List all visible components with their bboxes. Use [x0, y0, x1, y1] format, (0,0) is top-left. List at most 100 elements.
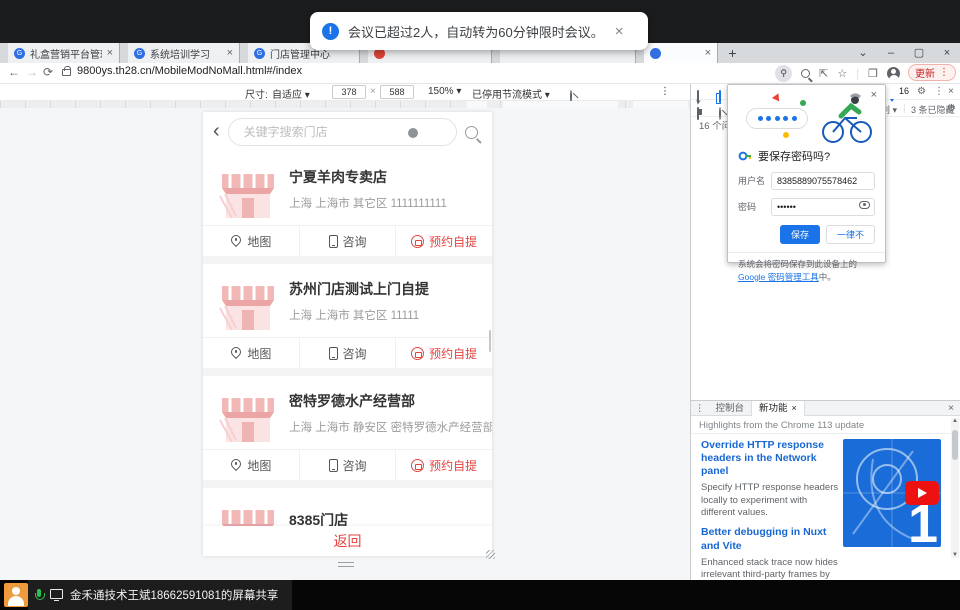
card-gap [203, 480, 492, 488]
store-address: 上海 上海市 其它区 1111111111 [289, 195, 447, 211]
viewport-drag-handle[interactable] [338, 562, 354, 567]
map-button[interactable]: 地图 [203, 338, 300, 368]
tab-whats-new[interactable]: 新功能× [751, 401, 805, 416]
password-key-icon[interactable]: ⚲ [775, 65, 792, 82]
viewport-width-input[interactable] [332, 85, 366, 99]
decor-green-dot [800, 100, 806, 106]
card-gap [203, 368, 492, 376]
console-settings-gear-icon[interactable]: ⚙ [947, 103, 956, 114]
screen-share-icon [50, 589, 63, 599]
toast-close-icon[interactable]: × [615, 23, 624, 40]
save-password-dialog: × 要保存密码吗? 用户名 [727, 84, 886, 263]
store-search-input[interactable] [244, 125, 414, 139]
devtools-drawer: ⋮ 控制台 新功能× × Highlights from the Chrome … [691, 400, 960, 558]
store-actions: 地图 咨询 预约自提 [203, 337, 492, 368]
drawer-close-icon[interactable]: × [948, 403, 954, 414]
meeting-toast: ! 会议已超过2人，自动转为60分钟限时会议。 × [310, 12, 648, 50]
window-close-icon[interactable]: × [934, 43, 960, 63]
throttle-select[interactable]: 已停用节流模式 ▾ [472, 86, 550, 101]
scroll-thumb[interactable] [952, 430, 958, 460]
device-bar-kebab-icon[interactable]: ⋮ [660, 86, 670, 97]
scroll-down-icon[interactable]: ▼ [951, 552, 959, 558]
card-gap [203, 256, 492, 264]
dialog-title: 要保存密码吗? [758, 148, 830, 164]
window-maximize-icon[interactable]: ▢ [906, 43, 932, 63]
window-minimize-icon[interactable]: – [878, 43, 904, 63]
tab-favicon: G [254, 48, 265, 59]
tab-close-icon[interactable]: × [107, 48, 113, 59]
zoom-select[interactable]: 150% ▾ [428, 86, 461, 97]
omnibox[interactable]: 9800ys.th28.cn/MobileModNoMall.html#/ind… [62, 65, 302, 77]
drawer-kebab-icon[interactable]: ⋮ [691, 401, 709, 416]
dimensions-select[interactable]: 自适应 ▾ [272, 86, 310, 101]
media-query-segment [503, 101, 618, 108]
storefront-icon [218, 278, 278, 334]
return-button[interactable]: 返回 [334, 531, 362, 551]
viewport-scrollbar[interactable] [489, 330, 491, 352]
cyclist-illustration [817, 92, 875, 144]
back-bar: 返回 [203, 526, 492, 556]
map-button[interactable]: 地图 [203, 226, 300, 256]
zoom-icon[interactable] [801, 69, 810, 78]
tab-training[interactable]: G 系统培训学习 × [128, 43, 240, 63]
store-card[interactable]: 宁夏羊肉专卖店 上海 上海市 其它区 1111111111 地图 咨询 预约自提 [203, 152, 492, 256]
toast-text: 会议已超过2人，自动转为60分钟限时会议。 [348, 22, 604, 41]
store-search-field[interactable] [228, 118, 457, 146]
reload-icon[interactable]: ⟳ [43, 65, 53, 79]
new-tab-button[interactable]: + [724, 45, 741, 62]
pickup-button[interactable]: 预约自提 [396, 338, 492, 368]
tab-close-icon[interactable]: × [227, 48, 233, 59]
password-manager-link[interactable]: Google 密码管理工具 [738, 272, 819, 282]
window-menu-icon[interactable]: ⌄ [850, 43, 876, 63]
share-icon[interactable]: ⇱ [819, 67, 828, 80]
tab-favicon [650, 48, 661, 59]
viewport-height-input[interactable] [380, 85, 414, 99]
consult-button[interactable]: 咨询 [300, 450, 397, 480]
tab-title: 礼盒营销平台管理中心 [30, 46, 102, 61]
divider [691, 433, 960, 434]
tab-close-icon[interactable]: × [792, 403, 797, 413]
microphone-icon [34, 589, 43, 602]
profile-avatar[interactable] [887, 67, 900, 80]
store-address: 上海 上海市 其它区 11111 [289, 307, 419, 323]
issues-count-text[interactable]: 16 个问题 [699, 118, 729, 132]
store-card[interactable]: 苏州门店测试上门自提 上海 上海市 其它区 11111 地图 咨询 预约自提 [203, 264, 492, 368]
password-label: 密码 [738, 200, 766, 213]
drawer-scrollbar[interactable]: ▲ ▼ [951, 418, 959, 558]
search-icon[interactable] [465, 126, 478, 139]
username-label: 用户名 [738, 174, 766, 187]
consult-button[interactable]: 咨询 [300, 338, 397, 368]
username-input[interactable] [771, 172, 875, 190]
side-panel-icon[interactable]: ❒ [868, 67, 878, 80]
tab-current[interactable]: × [644, 43, 718, 63]
decor-triangle [772, 92, 782, 102]
back-chevron-icon[interactable]: ‹ [213, 121, 220, 141]
share-status-pill: 金禾通技术王斌18662591081的屏幕共享 [28, 580, 292, 610]
bookmark-star-icon[interactable]: ☆ [837, 67, 847, 80]
highlight-link[interactable]: Better debugging in Nuxt and Vite [701, 526, 839, 552]
chrome-update-button[interactable]: 更新 ⋮ [908, 64, 956, 81]
save-button[interactable]: 保存 [780, 225, 820, 244]
tab-close-icon[interactable]: × [705, 48, 711, 59]
show-password-eye-icon[interactable] [859, 201, 870, 209]
scroll-up-icon[interactable]: ▲ [951, 418, 959, 424]
menu-kebab-icon[interactable]: ⋮ [939, 67, 949, 78]
pickup-button[interactable]: 预约自提 [396, 450, 492, 480]
devtools-kebab-icon[interactable]: ⋮ [934, 86, 944, 97]
devtools-close-icon[interactable]: × [948, 86, 954, 97]
tab-console[interactable]: 控制台 [709, 401, 752, 416]
consult-button[interactable]: 咨询 [300, 226, 397, 256]
never-button[interactable]: 一律不 [826, 225, 875, 244]
pickup-button[interactable]: 预约自提 [396, 226, 492, 256]
times-label: × [370, 86, 376, 97]
phone-icon [329, 235, 338, 248]
viewport-resize-grip[interactable] [486, 550, 495, 559]
map-button[interactable]: 地图 [203, 450, 300, 480]
forward-icon[interactable]: → [26, 65, 38, 79]
back-icon[interactable]: ← [8, 65, 20, 79]
tab-gift-platform[interactable]: G 礼盒营销平台管理中心 × [8, 43, 120, 63]
tab-favicon: G [134, 48, 145, 59]
store-card[interactable]: 密特罗德水产经营部 上海 上海市 静安区 密特罗德水产经营部 地图 咨询 预约自… [203, 376, 492, 480]
highlight-link[interactable]: Override HTTP response headers in the Ne… [701, 439, 839, 478]
settings-gear-icon[interactable]: ⚙ [917, 86, 926, 97]
